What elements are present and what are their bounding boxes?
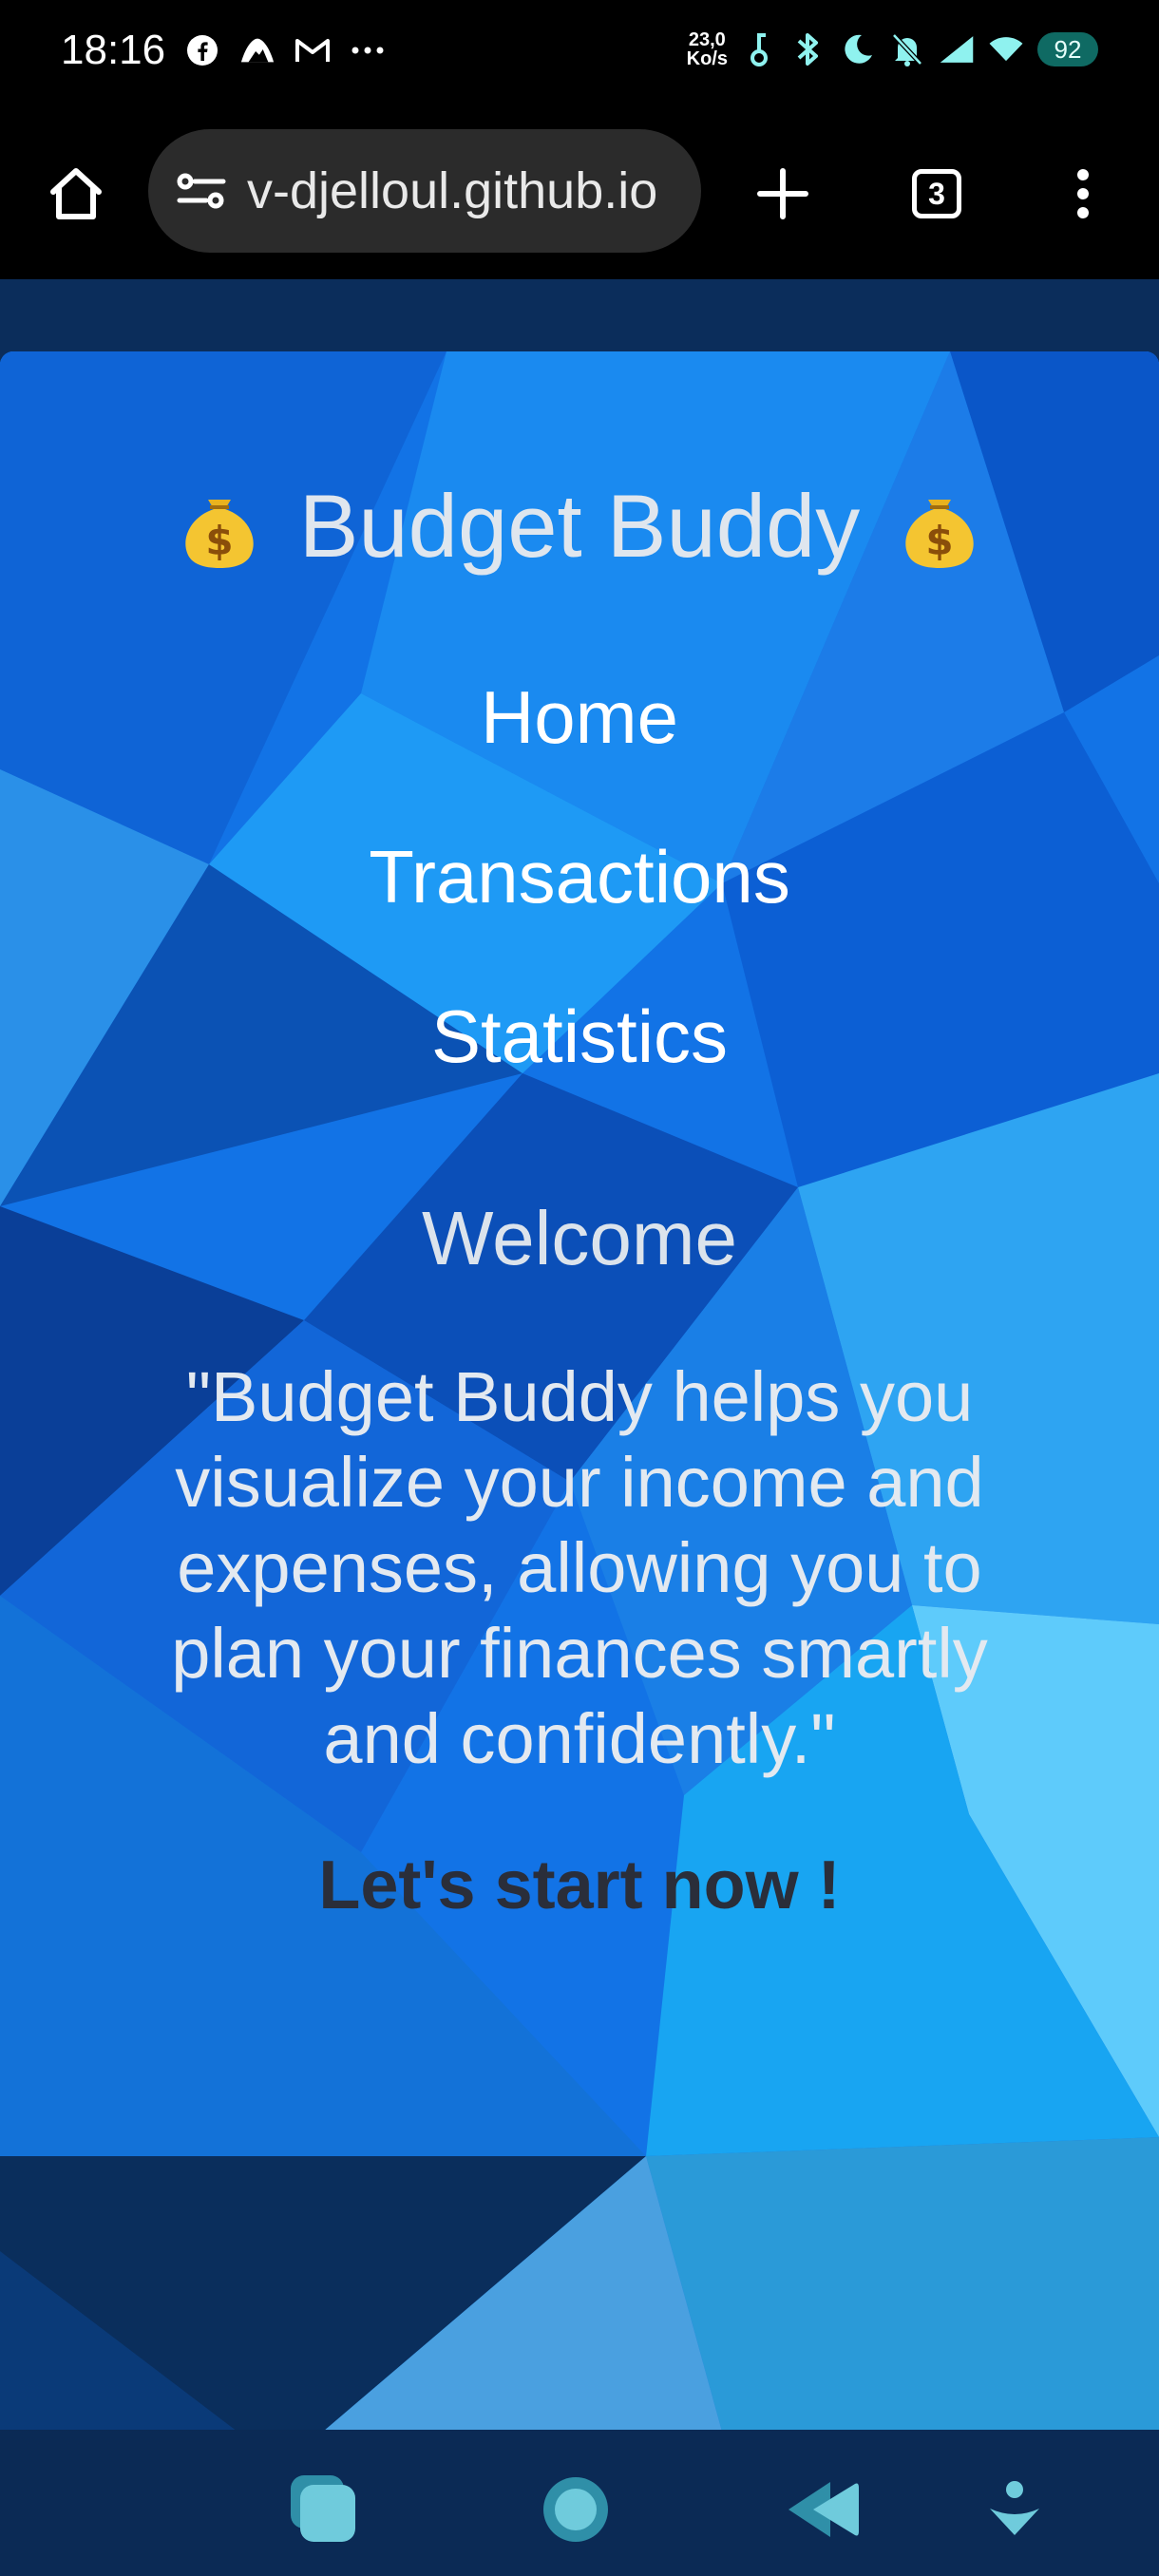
bell-muted-icon [889, 31, 925, 67]
home-circle-icon [543, 2477, 608, 2542]
tab-count: 3 [912, 169, 961, 218]
nav-link-transactions[interactable]: Transactions [0, 834, 1159, 920]
net-speed-value: 23,0 [688, 29, 726, 50]
status-time: 18:16 [61, 27, 166, 73]
cta-link[interactable]: Let's start now ! [0, 1847, 1159, 1924]
gmail-icon [294, 32, 331, 68]
battery-indicator: 92 [1037, 32, 1098, 66]
mountain-icon [239, 32, 276, 68]
status-right: 23,0 Ko/s 92 [687, 30, 1098, 68]
plus-icon [757, 168, 808, 219]
system-nav-bar [0, 2430, 1159, 2576]
nav-link-home[interactable]: Home [0, 674, 1159, 761]
money-bag-icon: $ [905, 500, 974, 568]
new-tab-button[interactable] [749, 160, 817, 228]
site-title-text: Budget Buddy [298, 476, 861, 576]
site-title: $ Budget Buddy $ [0, 475, 1159, 578]
moon-icon [840, 31, 876, 67]
signal-icon [939, 31, 975, 67]
recent-apps-button[interactable] [285, 2472, 361, 2548]
home-nav-button[interactable] [538, 2472, 614, 2548]
accessibility-icon [990, 2481, 1039, 2535]
hero-section: $ Budget Buddy $ Home Transactions Stati… [0, 351, 1159, 2432]
web-page: $ Budget Buddy $ Home Transactions Stati… [0, 279, 1159, 2432]
nav-link-statistics[interactable]: Statistics [0, 994, 1159, 1080]
net-speed: 23,0 Ko/s [687, 30, 728, 68]
hero-content: $ Budget Buddy $ Home Transactions Stati… [0, 351, 1159, 2432]
tagline-text: "Budget Buddy helps you visualize your i… [171, 1357, 988, 1778]
welcome-heading: Welcome [422, 1196, 737, 1280]
svg-text:$: $ [926, 518, 954, 564]
key-icon [741, 31, 777, 67]
url-text[interactable]: v-djelloul.github.io [247, 161, 657, 220]
tab-switcher-button[interactable]: 3 [902, 160, 971, 228]
home-icon [50, 168, 102, 219]
wifi-icon [988, 31, 1024, 67]
home-button[interactable] [42, 160, 110, 228]
bluetooth-icon [790, 31, 826, 67]
recent-apps-icon [291, 2475, 355, 2542]
facebook-icon [184, 32, 220, 68]
status-bar: 18:16 23,0 Ko/s 92 [0, 0, 1159, 112]
money-bag-icon: $ [185, 500, 254, 568]
back-icon [788, 2482, 859, 2537]
kebab-menu-icon [1077, 169, 1089, 218]
more-options-button[interactable] [1054, 160, 1112, 228]
assistant-button[interactable] [977, 2472, 1053, 2548]
site-settings-icon[interactable] [175, 164, 228, 218]
more-dots-icon [350, 32, 386, 68]
back-button[interactable] [785, 2472, 861, 2548]
status-left: 18:16 [61, 27, 386, 74]
net-speed-unit: Ko/s [686, 48, 728, 69]
address-bar[interactable]: v-djelloul.github.io [148, 129, 701, 253]
browser-toolbar: v-djelloul.github.io 3 [0, 112, 1159, 279]
svg-text:$: $ [205, 518, 233, 564]
